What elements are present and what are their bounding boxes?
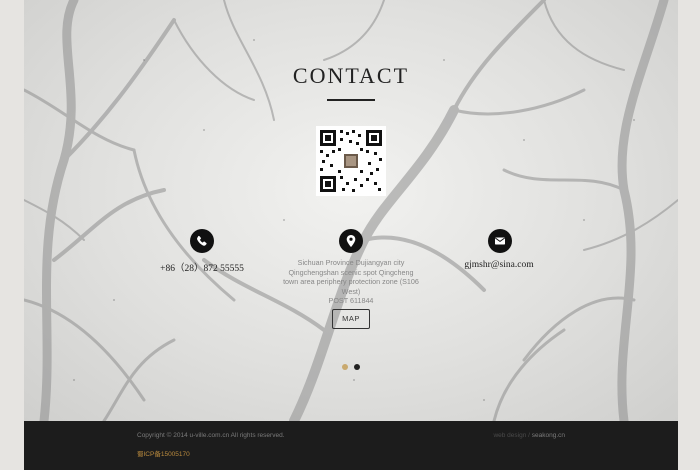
map-button[interactable]: MAP xyxy=(332,309,370,329)
postal-code: POST 611844 xyxy=(328,296,374,305)
credit-site-link[interactable]: seakong.cn xyxy=(532,432,565,439)
address-line: Qingchengshan scenic spot Qingcheng xyxy=(288,267,414,277)
location-pin-icon xyxy=(339,229,363,253)
icp-license-link[interactable]: 蜀ICP备15005170 xyxy=(137,448,190,458)
slider-dot[interactable] xyxy=(354,364,360,370)
phone-icon xyxy=(190,229,214,253)
credit-prefix: web design xyxy=(493,432,527,439)
copyright-text: Copyright © 2014 u-ville.com.cn All righ… xyxy=(137,432,285,439)
address-block: Sichuan Province Dujiangyan city Qingche… xyxy=(280,258,422,306)
address-line: town area periphery protection zone (S10… xyxy=(283,277,419,286)
address-line: West) xyxy=(341,286,361,296)
address-line: Sichuan Province Dujiangyan city xyxy=(297,258,405,267)
design-credit: web design / seakong.cn xyxy=(493,432,565,439)
slider-dot-active[interactable] xyxy=(342,364,348,370)
contact-section: CONTACT +86（28）872 55555 Sichuan Provinc… xyxy=(24,0,678,421)
page-margin-left xyxy=(0,0,24,470)
site-footer: Copyright © 2014 u-ville.com.cn All righ… xyxy=(24,421,678,470)
contact-title: CONTACT xyxy=(292,63,410,88)
qr-code xyxy=(316,126,386,196)
email-link[interactable]: gjmshr@sina.com xyxy=(449,260,549,270)
phone-number: +86（28）872 55555 xyxy=(160,264,244,274)
page-margin-right xyxy=(678,0,700,470)
title-divider xyxy=(327,99,375,101)
envelope-icon xyxy=(488,229,512,253)
